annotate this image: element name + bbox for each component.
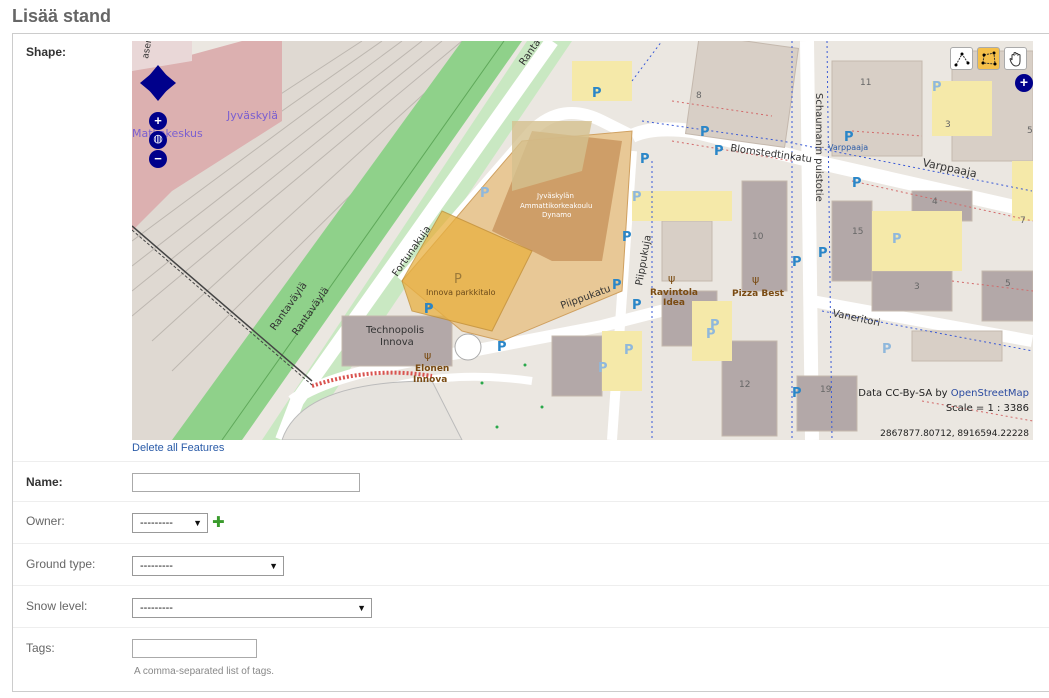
label-ravintola-2: Idea [663,298,685,308]
ground-type-row: Ground type: --------- ▼ [13,544,1049,586]
ground-type-select[interactable]: --------- ▼ [132,556,284,576]
label-n7: 7 [1020,216,1026,226]
ground-type-label: Ground type: [26,557,96,571]
hand-icon[interactable] [1004,47,1027,70]
snow-level-row: Snow level: --------- ▼ [13,586,1049,628]
parking-icon: P [852,176,862,191]
parking-icon: P [622,230,632,245]
label-technopolis-1: Technopolis [365,325,424,336]
parking-icon: P [700,125,710,140]
snow-level-select[interactable]: --------- ▼ [132,598,372,618]
pan-zoom-control: + ◍ − [140,65,176,168]
label-ravintola-1: Ravintola [650,288,698,298]
label-n5a: 5 [1027,126,1033,136]
snow-level-label: Snow level: [26,599,88,613]
owner-row: Owner: --------- ▼ ✚ [13,502,1049,544]
map-attribution: Data CC-By-SA by OpenStreetMap [858,388,1029,399]
label-technopolis-2: Innova [380,337,414,348]
zoom-in-icon[interactable]: + [149,112,167,130]
label-elonen-1: Elonen [415,364,449,374]
label-n3a: 3 [945,120,951,130]
restaurant-icon: ψ [668,272,675,285]
label-n5b: 5 [1005,279,1011,289]
delete-all-features-link[interactable]: Delete all Features [132,442,224,454]
label-elonen-2: Innova [413,375,447,385]
parking-icon: P [844,130,854,145]
snow-level-selected-value: --------- [140,602,173,614]
map-scale: Scale = 1 : 3386 [945,403,1029,414]
parking-icon: P [632,298,642,313]
owner-select[interactable]: --------- ▼ [132,513,208,533]
shape-row: Shape: Jyväskylä Matkakeskus Rantaväylä … [13,34,1049,462]
tags-label: Tags: [26,641,55,655]
label-n10: 10 [752,232,764,242]
zoom-out-icon[interactable]: − [149,150,167,168]
parking-icon: P [632,190,642,205]
label-schaumanin: Schaumanin puistotie [813,93,824,202]
shape-label: Shape: [26,45,67,59]
label-n19: 19 [820,385,832,395]
draw-line-icon[interactable] [950,47,973,70]
tags-input[interactable] [132,639,257,658]
page-title: Lisää stand [12,6,112,26]
parking-icon: P [624,343,634,358]
pan-arrows-icon[interactable] [140,65,176,101]
name-input[interactable] [132,473,360,492]
parking-icon: P [424,302,434,317]
owner-selected-value: --------- [140,517,173,529]
add-icon[interactable]: ✚ [212,515,225,530]
name-row: Name: [13,462,1049,502]
label-n15: 15 [852,227,863,237]
openstreetmap-link[interactable]: OpenStreetMap [951,388,1029,399]
parking-icon: P [882,342,892,357]
draw-polygon-icon[interactable] [977,47,1000,70]
label-innova-parkkitalo: Innova parkkitalo [426,288,496,297]
label-jamk-1: Jyväskylän [536,192,574,200]
restaurant-icon: ψ [752,273,759,286]
label-jamk-2: Ammattikorkeakoulu [520,202,592,210]
parking-icon: P [714,144,724,159]
ground-type-selected-value: --------- [140,560,173,572]
label-n3b: 3 [914,282,920,292]
parking-icon: P [792,255,802,270]
parking-icon: P [592,86,602,101]
zoom-world-icon[interactable]: ◍ [149,131,167,149]
parking-icon: P [612,278,622,293]
stand-form: Shape: Jyväskylä Matkakeskus Rantaväylä … [12,33,1049,692]
parking-icon: P [892,232,902,247]
parking-icon: P [598,361,608,376]
map-tiles[interactable]: Jyväskylä Matkakeskus Rantaväylä Rantavä… [132,41,1033,440]
parking-icon: P [792,386,802,401]
parking-icon: P [640,152,650,167]
label-jyvaskyla: Jyväskylä [226,109,278,122]
owner-label: Owner: [26,514,65,528]
layer-switcher-icon[interactable]: + [1015,74,1033,92]
parking-icon: P [497,340,507,355]
parking-icon: P [818,246,828,261]
chevron-down-icon: ▼ [269,561,278,571]
label-jamk-3: Dynamo [542,211,571,219]
restaurant-icon: ψ [424,349,431,362]
edit-toolbar [950,47,1027,70]
parking-icon: P [480,186,490,201]
label-n12: 12 [739,380,750,390]
chevron-down-icon: ▼ [357,603,366,613]
map[interactable]: Jyväskylä Matkakeskus Rantaväylä Rantavä… [132,41,1033,440]
mouse-position: 2867877.80712, 8916594.22228 [880,429,1029,439]
chevron-down-icon: ▼ [193,518,202,528]
label-pizza-best: Pizza Best [732,289,785,299]
name-label: Name: [26,475,63,489]
label-n8: 8 [696,91,702,101]
tags-row: Tags: A comma-separated list of tags. [13,628,1049,692]
label-n4: 4 [932,197,938,207]
tags-help-text: A comma-separated list of tags. [134,666,275,677]
parking-icon: P [932,80,942,95]
parking-icon: P [454,272,462,287]
parking-icon: P [710,318,720,333]
label-n11: 11 [860,78,871,88]
